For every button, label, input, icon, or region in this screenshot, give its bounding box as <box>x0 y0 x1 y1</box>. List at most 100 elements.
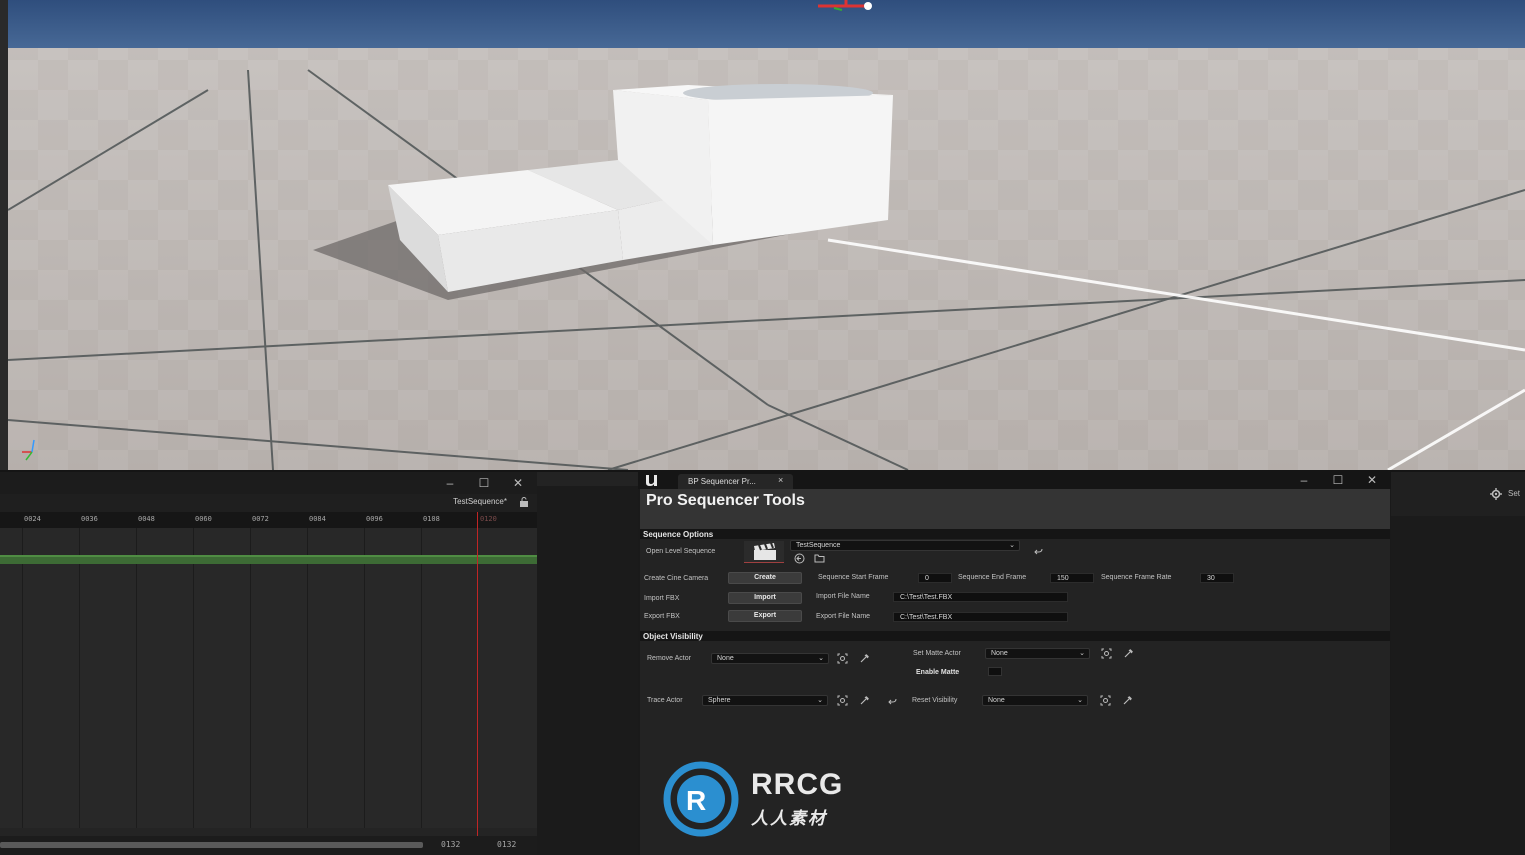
frame-rate-label: Sequence Frame Rate <box>1101 574 1172 581</box>
page-title: Pro Sequencer Tools <box>646 492 805 509</box>
close-button[interactable]: ✕ <box>508 475 528 491</box>
folder-icon[interactable] <box>814 553 825 564</box>
ruler-tick: 0036 <box>81 515 98 523</box>
reset-visibility-label: Reset Visibility <box>912 697 958 704</box>
enable-matte-label: Enable Matte <box>916 669 960 676</box>
set-matte-actor-label: Set Matte Actor <box>913 650 961 657</box>
import-file-input[interactable]: C:\Test\Test.FBX <box>893 592 1068 602</box>
remove-actor-select[interactable]: None ⌄ <box>711 653 829 664</box>
tab-label: BP Sequencer Pr... <box>688 477 756 486</box>
section-object-visibility[interactable]: Object Visibility <box>640 631 1390 641</box>
ruler-tick: 0048 <box>138 515 155 523</box>
reset-arrow-icon[interactable] <box>887 696 898 707</box>
sequence-name: TestSequence* <box>453 497 507 506</box>
window-titlebar: BP Sequencer Pr... × – ☐ ✕ <box>638 472 1391 489</box>
chevron-down-icon: ⌄ <box>817 697 823 704</box>
ruler-tick: 0120 <box>480 515 497 523</box>
start-frame-input[interactable]: 0 <box>918 573 952 583</box>
clapperboard-icon <box>754 543 776 560</box>
timeline-scrollbar[interactable] <box>0 842 423 848</box>
dock-gap-bar <box>537 472 638 486</box>
export-file-label: Export File Name <box>816 613 871 620</box>
playhead[interactable] <box>477 512 478 837</box>
watermark-text: RRCG <box>751 768 844 801</box>
viewport-scene[interactable] <box>8 0 1525 470</box>
section-sequence-options[interactable]: Sequence Options <box>640 529 1390 539</box>
chevron-down-icon: ⌄ <box>1077 697 1083 704</box>
sequencer-panel[interactable]: – ☐ ✕ TestSequence* 0024 0036 0048 0060 … <box>0 472 537 855</box>
enable-matte-checkbox[interactable] <box>988 667 1002 676</box>
dock-gap <box>537 472 638 855</box>
ruler-tick: 0084 <box>309 515 326 523</box>
timeline-gridline <box>421 528 422 828</box>
remove-actor-value: None <box>717 655 734 662</box>
level-viewport[interactable] <box>0 0 1525 470</box>
export-button[interactable]: Export <box>728 610 802 622</box>
level-sequence-value: TestSequence <box>796 542 841 549</box>
ruler-tick: 0072 <box>252 515 269 523</box>
timeline-gridline <box>22 528 23 828</box>
create-button[interactable]: Create <box>728 572 802 584</box>
sequencer-header: TestSequence* <box>0 494 537 512</box>
set-matte-actor-select[interactable]: None ⌄ <box>985 648 1090 659</box>
end-frame-input[interactable]: 150 <box>1050 573 1094 583</box>
maximize-button[interactable]: ☐ <box>1328 472 1348 488</box>
section-label: Object Visibility <box>643 632 703 641</box>
level-sequence-thumbnail[interactable] <box>744 541 784 563</box>
end-frame-label: Sequence End Frame <box>958 574 1027 581</box>
select-actor-icon[interactable] <box>837 695 848 706</box>
create-cine-camera-label: Create Cine Camera <box>644 575 709 582</box>
timeline-gridline <box>307 528 308 828</box>
level-sequence-select[interactable]: TestSequence ⌄ <box>790 540 1020 551</box>
export-file-input[interactable]: C:\Test\Test.FBX <box>893 612 1068 622</box>
tab-bp-sequencer[interactable]: BP Sequencer Pr... × <box>678 474 793 489</box>
viewport-left-border <box>0 0 8 470</box>
sequencer-titlebar: – ☐ ✕ <box>0 472 537 494</box>
gear-icon[interactable] <box>1490 488 1502 500</box>
eyedropper-icon[interactable] <box>859 695 870 706</box>
eyedropper-icon[interactable] <box>1123 648 1134 659</box>
timeline-gridline <box>250 528 251 828</box>
sequencer-footer: 0132 0132 <box>0 836 537 855</box>
chevron-down-icon: ⌄ <box>1009 542 1015 549</box>
rrcg-watermark: R RRCG 人人素材 <box>662 760 862 838</box>
chevron-down-icon: ⌄ <box>1079 650 1085 657</box>
eyedropper-icon[interactable] <box>1122 695 1133 706</box>
tall-block-right <box>708 95 893 245</box>
select-actor-icon[interactable] <box>1100 695 1111 706</box>
track-section[interactable] <box>0 555 537 564</box>
minimize-button[interactable]: – <box>440 475 460 491</box>
right-dock-panel: Set <box>1391 472 1525 855</box>
settings-label[interactable]: Set <box>1508 489 1520 498</box>
lock-icon[interactable] <box>519 497 529 507</box>
svg-text:R: R <box>686 785 706 816</box>
import-button[interactable]: Import <box>728 592 802 604</box>
reset-arrow-icon[interactable] <box>1033 546 1044 557</box>
browse-back-icon[interactable] <box>794 553 805 564</box>
remove-actor-label: Remove Actor <box>647 655 691 662</box>
unreal-logo-icon <box>646 475 657 486</box>
minimize-button[interactable]: – <box>1294 472 1314 488</box>
select-actor-icon[interactable] <box>837 653 848 664</box>
reset-visibility-select[interactable]: None ⌄ <box>982 695 1088 706</box>
tab-close-icon[interactable]: × <box>778 475 783 485</box>
tool-header: Pro Sequencer Tools <box>640 489 1390 529</box>
select-actor-icon[interactable] <box>1101 648 1112 659</box>
timeline-ruler[interactable]: 0024 0036 0048 0060 0072 0084 0096 0108 … <box>0 512 537 528</box>
ruler-tick: 0096 <box>366 515 383 523</box>
close-button[interactable]: ✕ <box>1362 472 1382 488</box>
open-level-sequence-label: Open Level Sequence <box>646 548 716 555</box>
view-start-frame[interactable]: 0132 <box>441 840 460 849</box>
import-fbx-label: Import FBX <box>644 595 680 602</box>
right-dock-toolbar: Set <box>1391 472 1525 516</box>
frame-rate-input[interactable]: 30 <box>1200 573 1234 583</box>
chevron-down-icon: ⌄ <box>818 655 824 662</box>
maximize-button[interactable]: ☐ <box>474 475 494 491</box>
timeline-track-area[interactable] <box>0 528 537 828</box>
watermark-subtext: 人人素材 <box>751 809 827 828</box>
timeline-gridline <box>193 528 194 828</box>
export-fbx-label: Export FBX <box>644 613 680 620</box>
trace-actor-select[interactable]: Sphere ⌄ <box>702 695 828 706</box>
view-end-frame[interactable]: 0132 <box>497 840 516 849</box>
eyedropper-icon[interactable] <box>859 653 870 664</box>
